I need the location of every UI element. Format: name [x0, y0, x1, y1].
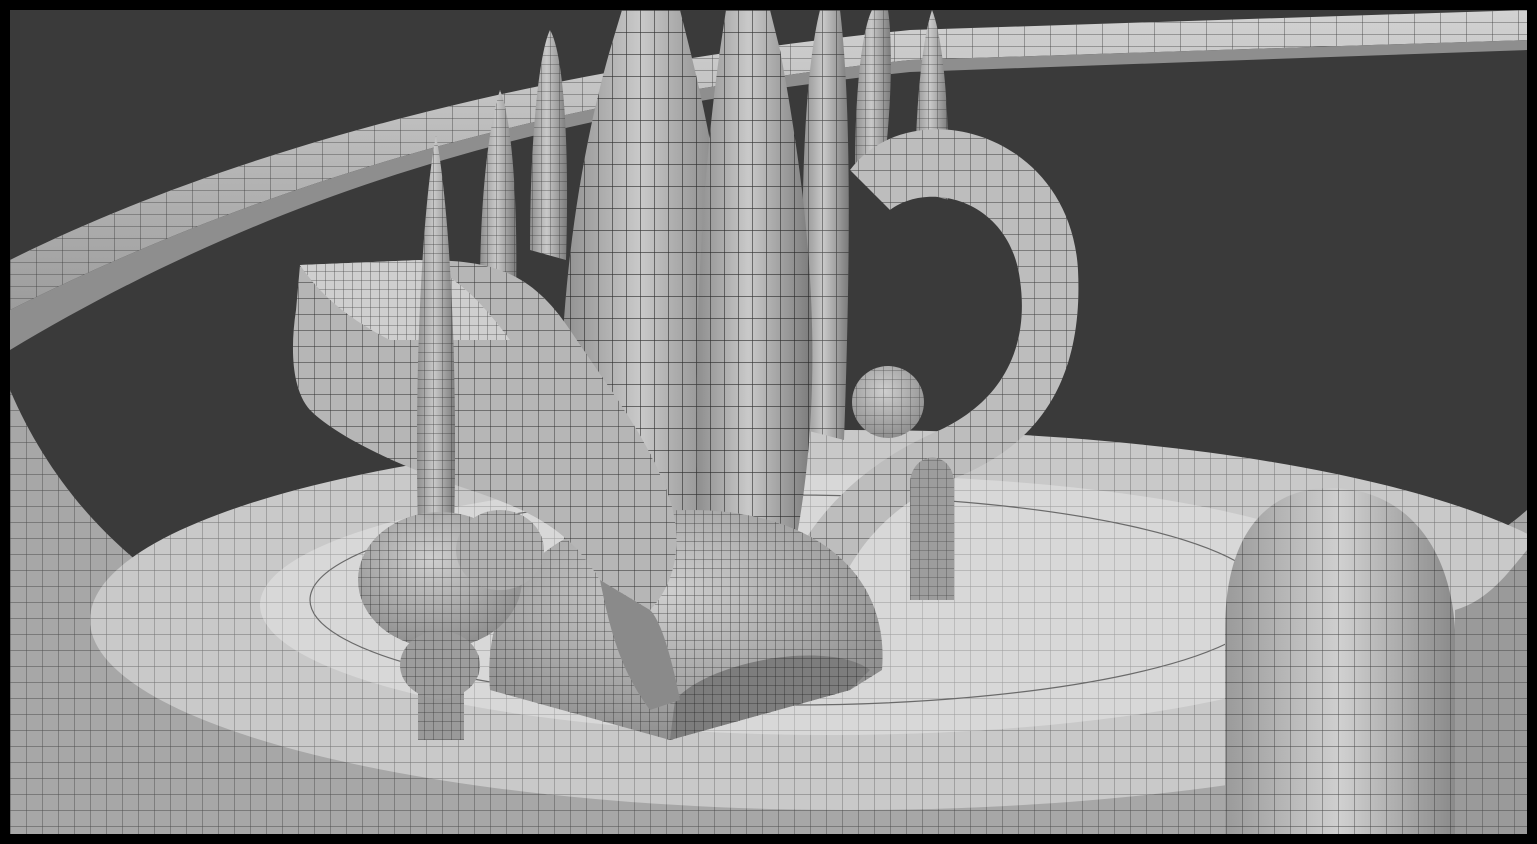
- 3d-viewport[interactable]: [10, 10, 1527, 834]
- app-frame: [0, 0, 1537, 844]
- wireframe-scene[interactable]: [10, 10, 1527, 834]
